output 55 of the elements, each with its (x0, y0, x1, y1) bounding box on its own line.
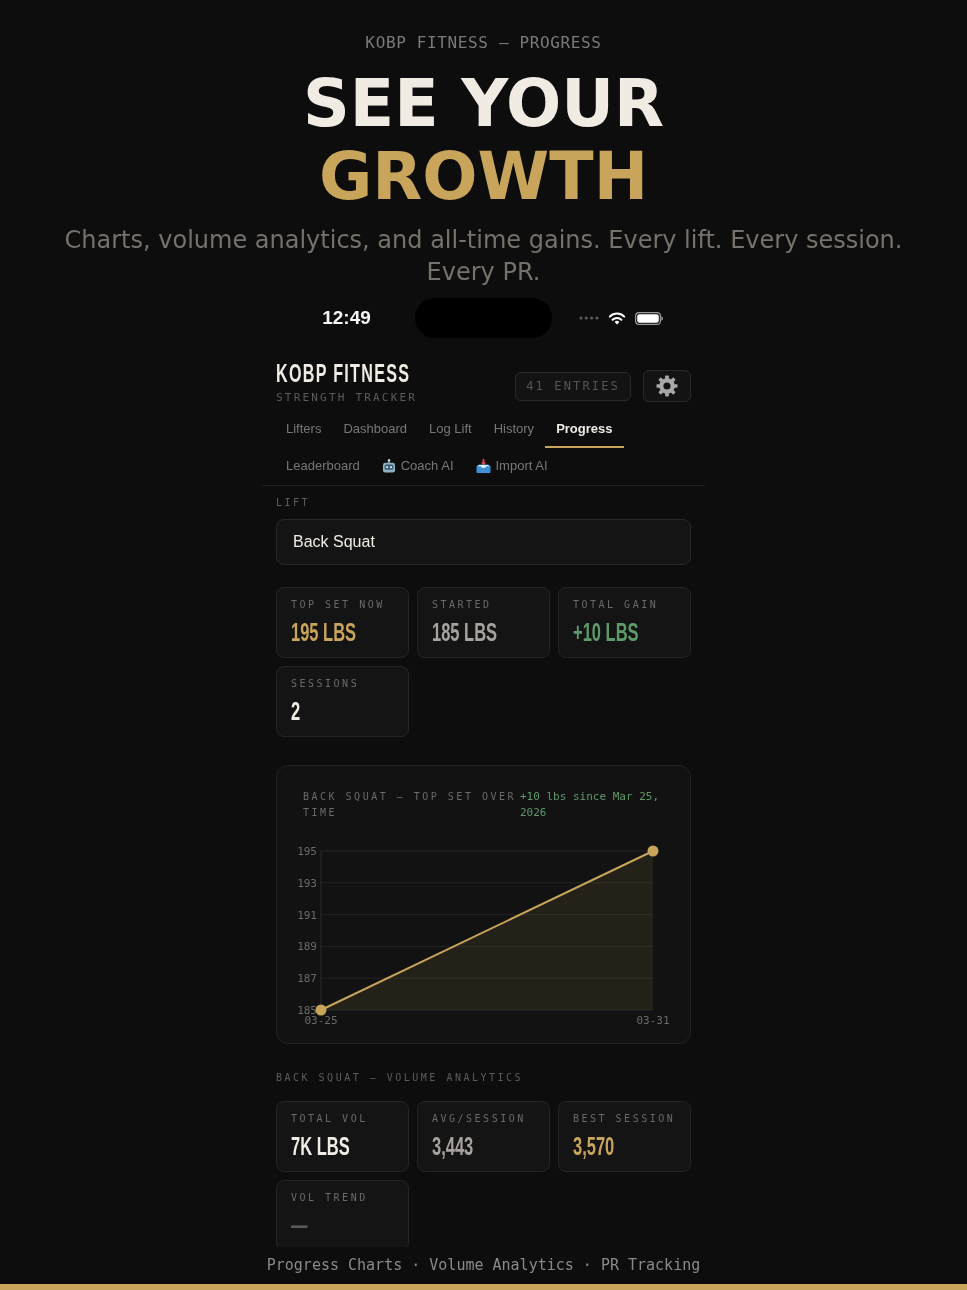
footer-text: Progress Charts · Volume Analytics · PR Tracking (266, 1255, 701, 1277)
headline: SEE YOUR (302, 67, 665, 140)
stat-label: VOL TREND (291, 1192, 369, 1204)
app-title: KOBP FITNESS (276, 360, 411, 386)
lift-select[interactable]: Back Squat (276, 519, 691, 565)
stat-value: 2 (291, 698, 301, 724)
stat-label: AVG/SESSION (432, 1113, 527, 1125)
nav-tab[interactable]: Dashboard (332, 411, 418, 448)
field-label: LIFT (276, 497, 312, 509)
nav-tab[interactable]: Import AI (464, 448, 559, 485)
stat-value: — (291, 1212, 308, 1238)
robot-icon (381, 459, 396, 473)
chart-note: +10 lbs since Mar 25, 2026 (520, 789, 661, 821)
wifi-icon (607, 311, 626, 325)
x-axis-label: 03-31 (636, 1014, 670, 1027)
data-point (647, 845, 659, 857)
battery-icon (634, 311, 663, 325)
y-axis-label: 195 (297, 845, 317, 858)
nav-tab[interactable]: Coach AI (370, 448, 465, 485)
stat-label: TOTAL VOL (291, 1113, 369, 1125)
stat-value: 3,570 (573, 1133, 615, 1159)
y-axis-label: 193 (297, 876, 317, 890)
stat-value: 7K LBS (291, 1133, 350, 1159)
headline: GROWTH (318, 140, 649, 213)
signal-icon (578, 316, 599, 320)
nav-tab[interactable]: History (482, 411, 546, 448)
y-axis-label: 187 (297, 972, 317, 986)
stat-value: 185 LBS (432, 619, 498, 645)
app-subtitle: STRENGTH TRACKER (276, 392, 418, 404)
chart-title: BACK SQUAT — TOP SET OVER TIME (303, 790, 517, 820)
stat-label: SESSIONS (291, 678, 361, 690)
stat-label: STARTED (432, 599, 493, 611)
settings-icon (656, 375, 678, 397)
y-axis-label: 191 (297, 908, 317, 922)
nav-tab[interactable]: Lifters (275, 411, 333, 448)
data-point (315, 1004, 327, 1016)
stat-label: BEST SESSION (573, 1113, 676, 1125)
stat-label: TOP SET NOW (291, 599, 386, 611)
nav-tab[interactable]: Leaderboard (275, 448, 371, 485)
y-axis-label: 189 (297, 940, 317, 954)
section-title: BACK SQUAT — VOLUME ANALYTICS (276, 1072, 525, 1084)
inbox-tray-icon (475, 459, 491, 473)
stat-value: 3,443 (432, 1133, 474, 1159)
eyebrow-label: KOBP FITNESS — PROGRESS (365, 32, 602, 53)
x-axis-label: 03-25 (304, 1014, 338, 1027)
stat-value: +10 LBS (573, 619, 639, 645)
nav-tab[interactable]: Log Lift (418, 411, 483, 448)
settings-button[interactable] (643, 370, 691, 402)
y-axis-label: 185 (297, 1004, 317, 1017)
entries-badge: 41 ENTRIES (515, 371, 631, 401)
subtitle: Charts, volume analytics, and all-time gains. Every lift. Every session. Every PR. (63, 225, 904, 288)
status-time: 12:49 (322, 305, 371, 330)
nav-tab[interactable]: Progress (545, 411, 624, 448)
stat-value: 195 LBS (291, 619, 357, 645)
stat-label: TOTAL GAIN (573, 599, 660, 611)
